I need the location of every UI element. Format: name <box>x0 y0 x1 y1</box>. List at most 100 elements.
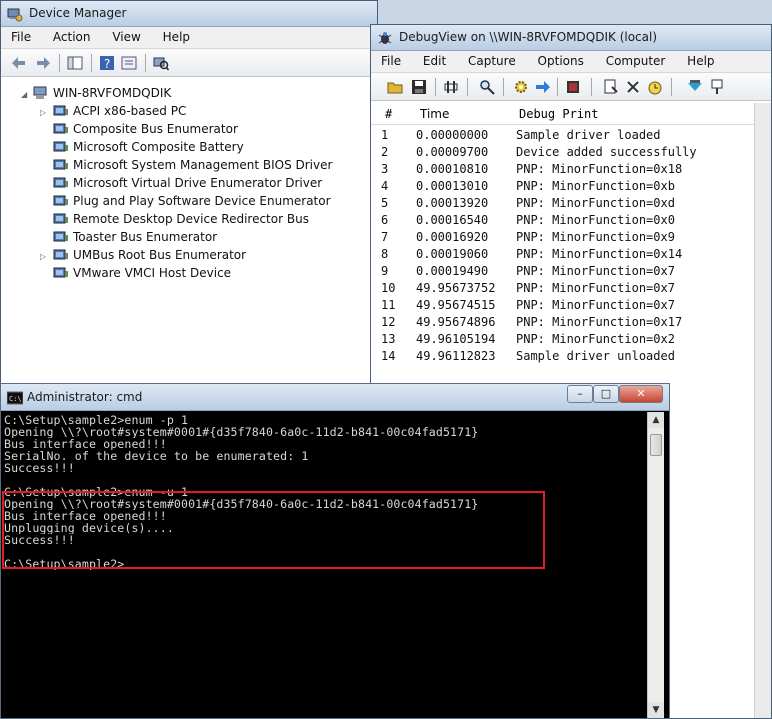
system-device-icon <box>53 105 68 116</box>
row-time: 49.95674896 <box>416 315 496 329</box>
debug-log-row[interactable]: 13 49.96105194 PNP: MinorFunction=0x2 <box>371 331 771 348</box>
row-time: 0.00019060 <box>416 247 489 261</box>
debug-log-row[interactable]: 5 0.00013920 PNP: MinorFunction=0xd <box>371 195 771 212</box>
debug-log-row[interactable]: 8 0.00019060 PNP: MinorFunction=0x14 <box>371 246 771 263</box>
dv-menu-file[interactable]: File <box>371 51 409 68</box>
row-time: 0.00010810 <box>416 162 489 176</box>
debugview-scrollbar[interactable] <box>754 103 771 718</box>
device-label: Microsoft Virtual Drive Enumerator Drive… <box>73 176 323 190</box>
autoscroll-arrow-icon[interactable] <box>535 79 551 95</box>
debugview-titlebar[interactable]: DebugView on \\WIN-8RVFOMDQDIK (local) <box>371 25 771 51</box>
dv-menu-capture[interactable]: Capture <box>458 51 524 68</box>
computer-icon <box>33 86 47 99</box>
cmd-scrollbar[interactable]: ▲ ▼ <box>647 412 664 718</box>
scroll-thumb[interactable] <box>650 434 662 456</box>
capture-kernel-icon[interactable] <box>687 79 703 95</box>
find-icon[interactable] <box>479 79 495 95</box>
svg-text:C:\: C:\ <box>9 395 22 403</box>
row-debug-print: PNP: MinorFunction=0x17 <box>516 315 683 329</box>
debug-log-row[interactable]: 1 0.00000000 Sample driver loaded <box>371 127 771 144</box>
menu-file[interactable]: File <box>1 27 39 44</box>
row-time: 0.00019490 <box>416 264 489 278</box>
row-number: 6 <box>381 213 389 227</box>
row-time: 49.95673752 <box>416 281 496 295</box>
device-manager-titlebar[interactable]: Device Manager <box>1 1 377 27</box>
debug-log-row[interactable]: 10 49.95673752 PNP: MinorFunction=0x7 <box>371 280 771 297</box>
system-device-icon <box>53 195 68 206</box>
debug-log-row[interactable]: 9 0.00019490 PNP: MinorFunction=0x7 <box>371 263 771 280</box>
collapse-root-icon[interactable]: ◢ <box>21 90 30 99</box>
row-debug-print: Sample driver unloaded <box>516 349 675 363</box>
save-icon[interactable] <box>411 79 427 95</box>
row-number: 11 <box>381 298 396 312</box>
column-number[interactable]: # <box>385 107 392 121</box>
row-debug-print: PNP: MinorFunction=0xb <box>516 179 675 193</box>
cmd-titlebar[interactable]: C:\ Administrator: cmd – □ ✕ <box>1 384 669 411</box>
maximize-button[interactable]: □ <box>593 385 619 403</box>
device-label: Toaster Bus Enumerator <box>73 230 218 244</box>
filter-icon[interactable] <box>603 79 619 95</box>
debug-log-row[interactable]: 6 0.00016540 PNP: MinorFunction=0x0 <box>371 212 771 229</box>
forward-icon[interactable] <box>35 55 51 71</box>
row-time: 0.00009700 <box>416 145 489 159</box>
device-manager-menubar: File Action View Help <box>1 27 377 49</box>
dv-menu-help[interactable]: Help <box>677 51 722 68</box>
pin-icon[interactable] <box>709 79 725 95</box>
properties-icon[interactable] <box>121 55 137 71</box>
device-manager-toolbar: ? <box>1 49 377 77</box>
system-device-icon <box>53 123 68 134</box>
back-icon[interactable] <box>11 55 27 71</box>
system-device-icon <box>53 177 68 188</box>
column-time[interactable]: Time <box>420 107 449 121</box>
debug-log-row[interactable]: 12 49.95674896 PNP: MinorFunction=0x17 <box>371 314 771 331</box>
highlight-icon[interactable] <box>625 79 641 95</box>
console-line: C:\Setup\sample2>enum -p 1 <box>4 414 189 426</box>
open-icon[interactable] <box>387 79 403 95</box>
menu-help[interactable]: Help <box>153 27 198 44</box>
show-hide-tree-icon[interactable] <box>67 55 83 71</box>
scroll-up-arrow-icon[interactable]: ▲ <box>648 412 664 428</box>
debug-log-row[interactable]: 7 0.00016920 PNP: MinorFunction=0x9 <box>371 229 771 246</box>
row-time: 0.00016920 <box>416 230 489 244</box>
row-number: 10 <box>381 281 396 295</box>
options-gear-icon[interactable] <box>513 79 529 95</box>
row-number: 3 <box>381 162 389 176</box>
row-debug-print: Device added successfully <box>516 145 697 159</box>
row-time: 0.00013010 <box>416 179 489 193</box>
system-device-icon <box>53 249 68 260</box>
row-number: 14 <box>381 349 396 363</box>
row-debug-print: Sample driver loaded <box>516 128 661 142</box>
console-line: Success!!! <box>4 462 75 474</box>
menu-action[interactable]: Action <box>43 27 99 44</box>
minimize-button[interactable]: – <box>567 385 593 403</box>
close-button[interactable]: ✕ <box>619 385 663 403</box>
column-debug-print[interactable]: Debug Print <box>519 107 598 121</box>
scroll-down-arrow-icon[interactable]: ▼ <box>648 702 664 718</box>
expand-arrow-icon[interactable]: ▷ <box>40 252 49 261</box>
dv-menu-edit[interactable]: Edit <box>413 51 454 68</box>
svg-text:?: ? <box>104 57 110 71</box>
row-time: 49.96105194 <box>416 332 496 346</box>
row-debug-print: PNP: MinorFunction=0x2 <box>516 332 675 346</box>
system-device-icon <box>53 231 68 242</box>
debug-log-row[interactable]: 14 49.96112823 Sample driver unloaded <box>371 348 771 365</box>
dv-menu-computer[interactable]: Computer <box>596 51 674 68</box>
capture-icon[interactable] <box>443 79 459 95</box>
system-device-icon <box>53 159 68 170</box>
expand-arrow-icon[interactable]: ▷ <box>40 108 49 117</box>
timestamp-clock-icon[interactable] <box>647 79 663 95</box>
debug-log-row[interactable]: 4 0.00013010 PNP: MinorFunction=0xb <box>371 178 771 195</box>
row-debug-print: PNP: MinorFunction=0x18 <box>516 162 683 176</box>
dv-menu-options[interactable]: Options <box>528 51 592 68</box>
menu-view[interactable]: View <box>102 27 148 44</box>
debug-log-row[interactable]: 11 49.95674515 PNP: MinorFunction=0x7 <box>371 297 771 314</box>
debug-log-row[interactable]: 3 0.00010810 PNP: MinorFunction=0x18 <box>371 161 771 178</box>
scan-hardware-icon[interactable] <box>153 55 169 71</box>
row-number: 5 <box>381 196 389 210</box>
device-label: ACPI x86-based PC <box>73 104 187 118</box>
console-line: SerialNo. of the device to be enumerated… <box>4 450 309 462</box>
clear-display-icon[interactable] <box>565 79 581 95</box>
debug-log-row[interactable]: 2 0.00009700 Device added successfully <box>371 144 771 161</box>
help-icon[interactable]: ? <box>99 55 115 71</box>
debugview-column-header: # Time Debug Print <box>371 103 771 125</box>
